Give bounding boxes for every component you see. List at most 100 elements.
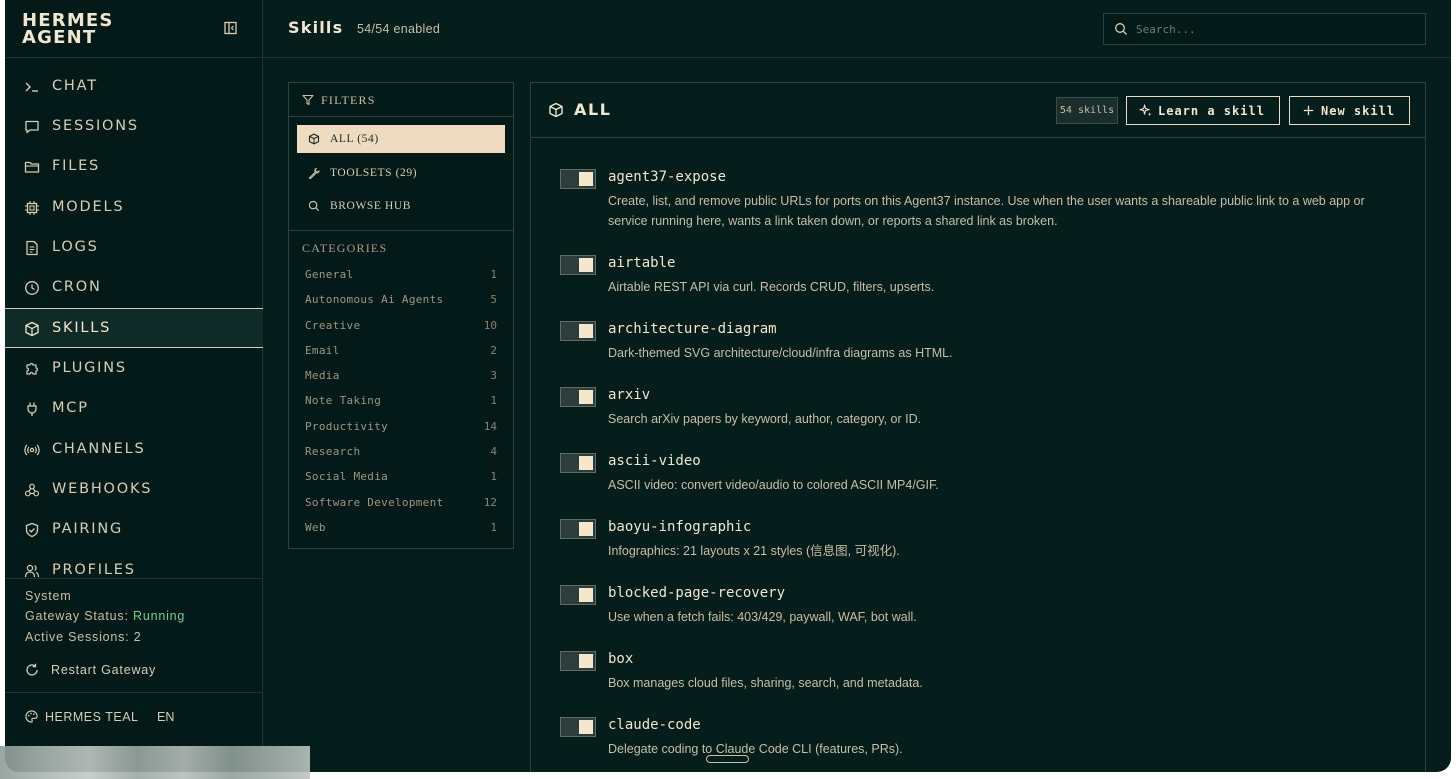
- skill-row: claude-code Delegate coding to Claude Co…: [531, 713, 1425, 772]
- nav-item-plugins[interactable]: PLUGINS: [5, 349, 263, 389]
- theme-label: HERMES TEAL: [45, 710, 139, 724]
- skill-row: blocked-page-recovery Use when a fetch f…: [531, 581, 1425, 647]
- nav-item-label: SKILLS: [52, 320, 112, 336]
- skill-toggle[interactable]: [560, 453, 596, 473]
- nav-item-webhooks[interactable]: WEBHOOKS: [5, 470, 263, 510]
- filter-icon: [302, 94, 314, 106]
- skill-row: architecture-diagram Dark-themed SVG arc…: [531, 317, 1425, 383]
- skills-header: ALL 54 skills Learn a skill New skill: [531, 83, 1425, 138]
- message-square-icon: [24, 119, 40, 135]
- nav-item-files[interactable]: FILES: [5, 147, 263, 187]
- toggle-knob: [579, 324, 593, 338]
- gateway-status: Gateway Status: Running: [25, 609, 185, 623]
- nav-item-mcp[interactable]: MCP: [5, 389, 263, 429]
- category-item[interactable]: Email 2: [305, 341, 497, 361]
- nav-item-channels[interactable]: CHANNELS: [5, 430, 263, 470]
- category-name: Productivity: [305, 420, 389, 433]
- category-count: 1: [490, 268, 497, 281]
- skill-description: ASCII video: convert video/audio to colo…: [608, 478, 939, 492]
- search-input[interactable]: [1136, 20, 1416, 38]
- skill-toggle[interactable]: [560, 321, 596, 341]
- nav-item-cron[interactable]: CRON: [5, 268, 263, 308]
- toggle-knob: [579, 172, 593, 186]
- skill-name: baoyu-infographic: [608, 519, 752, 535]
- skill-toggle[interactable]: [560, 255, 596, 275]
- category-count: 14: [483, 420, 497, 433]
- skill-row: ascii-video ASCII video: convert video/a…: [531, 449, 1425, 515]
- category-item[interactable]: Research 4: [305, 442, 497, 462]
- system-status-panel: System Gateway Status: Running Active Se…: [5, 578, 263, 692]
- skill-row: baoyu-infographic Infographics: 21 layou…: [531, 515, 1425, 581]
- skill-name: ascii-video: [608, 453, 701, 469]
- skill-description: Box manages cloud files, sharing, search…: [608, 676, 923, 690]
- nav-item-skills[interactable]: SKILLS: [5, 308, 263, 348]
- categories-heading: CATEGORIES: [302, 241, 388, 255]
- toggle-knob: [579, 258, 593, 272]
- package-icon: [548, 102, 564, 118]
- plus-icon: [1302, 104, 1315, 117]
- category-item[interactable]: General 1: [305, 265, 497, 285]
- category-name: Creative: [305, 319, 361, 332]
- package-icon: [308, 133, 320, 145]
- filter-option-all[interactable]: ALL (54): [297, 125, 505, 153]
- new-skill-label: New skill: [1321, 104, 1396, 118]
- active-sessions: Active Sessions: 2: [25, 630, 142, 644]
- top-header: Skills 54/54 enabled: [263, 0, 1451, 58]
- puzzle-icon: [24, 361, 40, 377]
- nav-item-label: PLUGINS: [52, 360, 127, 376]
- nav-item-models[interactable]: MODELS: [5, 188, 263, 228]
- category-item[interactable]: Autonomous Ai Agents 5: [305, 290, 497, 310]
- category-count: 2: [490, 344, 497, 357]
- category-count: 3: [490, 369, 497, 382]
- skill-toggle[interactable]: [560, 651, 596, 671]
- filter-option-browse-hub[interactable]: BROWSE HUB: [297, 192, 505, 220]
- category-item[interactable]: Social Media 1: [305, 467, 497, 487]
- skill-name: arxiv: [608, 387, 651, 403]
- skill-toggle[interactable]: [560, 519, 596, 539]
- new-skill-button[interactable]: New skill: [1289, 96, 1410, 125]
- file-text-icon: [24, 240, 40, 256]
- category-item[interactable]: Web 1: [305, 518, 497, 538]
- category-name: Note Taking: [305, 394, 382, 407]
- skill-toggle[interactable]: [560, 717, 596, 737]
- cpu-icon: [24, 200, 40, 216]
- category-item[interactable]: Media 3: [305, 366, 497, 386]
- gateway-status-value: Running: [133, 609, 186, 623]
- category-name: Software Development: [305, 496, 444, 509]
- nav-item-chat[interactable]: CHAT: [5, 67, 263, 107]
- folder-icon: [24, 159, 40, 175]
- category-count: 10: [483, 319, 497, 332]
- sidebar: HERMES AGENT CHAT SESSIONS FILES MODELS …: [5, 0, 263, 772]
- restart-gateway-label: Restart Gateway: [51, 663, 157, 677]
- skill-toggle[interactable]: [560, 387, 596, 407]
- learn-skill-button[interactable]: Learn a skill: [1126, 96, 1280, 125]
- language-switcher[interactable]: EN: [157, 710, 174, 724]
- package-icon: [24, 321, 40, 337]
- enabled-count: 54/54 enabled: [357, 22, 441, 36]
- category-item[interactable]: Software Development 12: [305, 493, 497, 513]
- category-name: Autonomous Ai Agents: [305, 293, 444, 306]
- skill-toggle[interactable]: [560, 169, 596, 189]
- category-name: Email: [305, 344, 340, 357]
- nav-item-sessions[interactable]: SESSIONS: [5, 107, 263, 147]
- toggle-knob: [579, 654, 593, 668]
- plug-icon: [24, 401, 40, 417]
- scroll-handle[interactable]: [706, 755, 749, 763]
- skill-toggle[interactable]: [560, 585, 596, 605]
- clock-icon: [24, 280, 40, 296]
- category-item[interactable]: Productivity 14: [305, 417, 497, 437]
- skill-name: blocked-page-recovery: [608, 585, 786, 601]
- skills-panel-title: ALL: [574, 100, 612, 119]
- skills-count-badge: 54 skills: [1056, 97, 1118, 124]
- collapse-sidebar-icon[interactable]: [223, 20, 239, 36]
- filters-heading: FILTERS: [321, 93, 376, 107]
- app-window: HERMES AGENT CHAT SESSIONS FILES MODELS …: [5, 0, 1451, 772]
- nav-item-logs[interactable]: LOGS: [5, 228, 263, 268]
- nav-item-pairing[interactable]: PAIRING: [5, 510, 263, 550]
- skill-row: arxiv Search arXiv papers by keyword, au…: [531, 383, 1425, 449]
- filter-option-toolsets[interactable]: TOOLSETS (29): [297, 159, 505, 187]
- webhook-icon: [24, 482, 40, 498]
- category-item[interactable]: Note Taking 1: [305, 391, 497, 411]
- nav-item-label: PROFILES: [52, 562, 136, 578]
- category-item[interactable]: Creative 10: [305, 316, 497, 336]
